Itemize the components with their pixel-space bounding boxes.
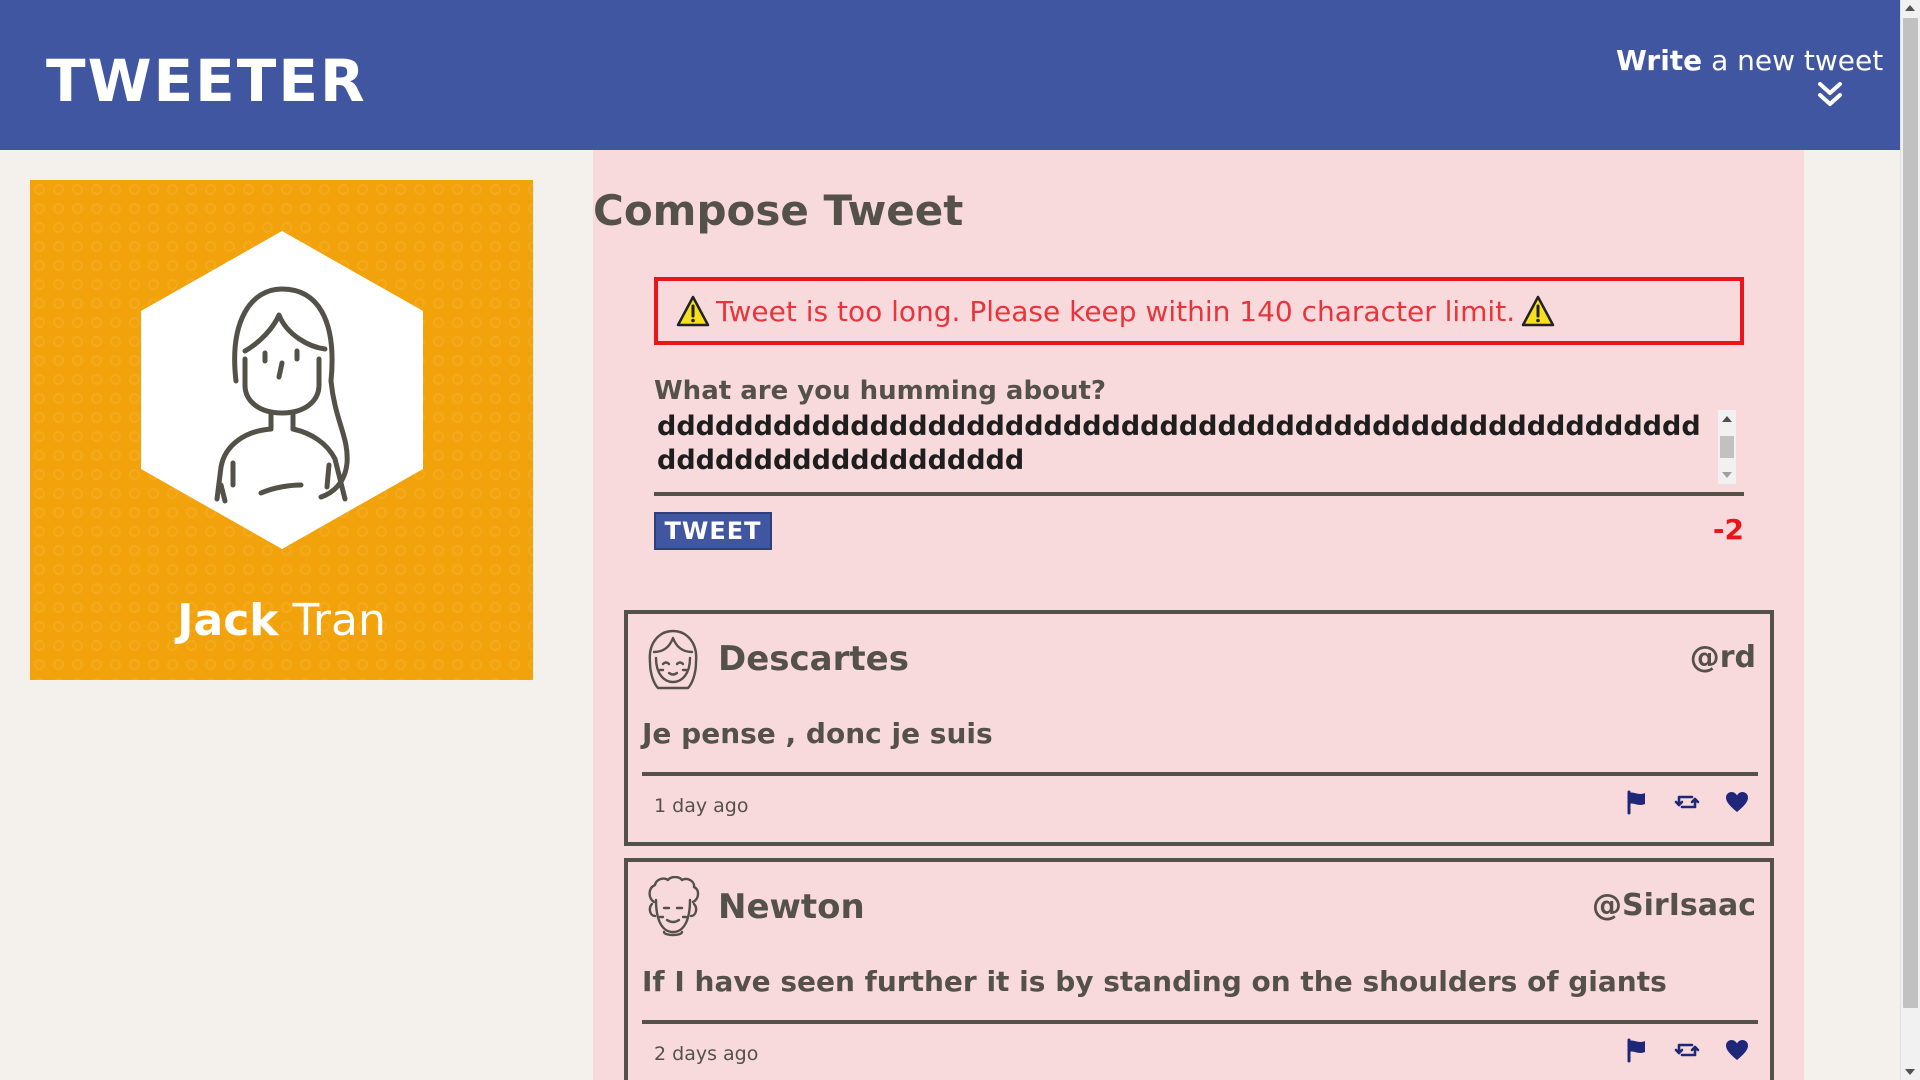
tweet-timestamp: 1 day ago	[654, 795, 749, 817]
retweet-icon[interactable]	[1674, 789, 1700, 815]
tweet-card: Newton @SirIsaac If I have seen further …	[624, 858, 1774, 1080]
tweet-textarea[interactable]: dddddddddddddddddddddddddddddddddddddddd…	[654, 410, 1744, 496]
flag-icon[interactable]	[1624, 1037, 1650, 1063]
textarea-scrollbar[interactable]	[1718, 410, 1736, 484]
warning-icon	[676, 295, 710, 327]
profile-last-name: Tran	[278, 595, 386, 646]
tweet-actions	[1624, 1037, 1750, 1063]
page: TWEETER Write a new tweet Jack Tran Comp…	[0, 0, 1920, 1080]
tweet-divider	[642, 772, 1758, 776]
tweet-handle[interactable]: @rd	[1690, 638, 1756, 678]
warning-icon	[1521, 295, 1555, 327]
tweet-content: Je pense , donc je suis	[642, 717, 993, 750]
scroll-up-arrow[interactable]	[1905, 5, 1915, 11]
retweet-icon[interactable]	[1674, 1037, 1700, 1063]
textarea-scroll-thumb[interactable]	[1720, 436, 1734, 458]
profile-name: Jack Tran	[30, 593, 533, 649]
top-nav: TWEETER Write a new tweet	[0, 0, 1900, 150]
tweet-author: Newton	[718, 887, 865, 927]
tweet-input-label: What are you humming about?	[654, 376, 1106, 406]
tweet-submit-button[interactable]: TWEET	[654, 512, 772, 550]
compose-title: Compose Tweet	[593, 186, 964, 235]
char-counter: -2	[1712, 513, 1744, 546]
user-avatar-icon	[141, 231, 423, 549]
textarea-scroll-down[interactable]	[1722, 472, 1732, 478]
tweet-timestamp: 2 days ago	[654, 1043, 759, 1065]
page-scrollbar[interactable]	[1900, 0, 1920, 1080]
heart-icon[interactable]	[1724, 1037, 1750, 1063]
newton-avatar-icon	[648, 876, 700, 937]
scroll-down-arrow[interactable]	[1905, 1069, 1915, 1075]
flag-icon[interactable]	[1624, 789, 1650, 815]
heart-icon[interactable]	[1724, 789, 1750, 815]
write-new-tweet-label[interactable]: Write a new tweet	[1616, 44, 1883, 78]
error-message-text: Tweet is too long. Please keep within 14…	[716, 294, 1516, 328]
main-content: Compose Tweet Tweet is too long. Please …	[593, 150, 1804, 1080]
write-label-rest: a new tweet	[1702, 44, 1884, 77]
tweet-author: Descartes	[718, 639, 909, 679]
write-label-bold: Write	[1616, 44, 1703, 77]
textarea-scroll-up[interactable]	[1722, 416, 1732, 422]
write-new-tweet-toggle[interactable]: Write a new tweet	[1616, 44, 1883, 110]
tweet-actions	[1624, 789, 1750, 815]
tweet-card: Descartes @rd Je pense , donc je suis 1 …	[624, 610, 1774, 846]
descartes-avatar-icon	[648, 629, 698, 690]
tweet-divider	[642, 1020, 1758, 1024]
chevron-double-down-icon[interactable]	[1815, 80, 1845, 110]
tweet-handle[interactable]: @SirIsaac	[1592, 886, 1756, 926]
brand-logo[interactable]: TWEETER	[46, 46, 367, 116]
error-message-box: Tweet is too long. Please keep within 14…	[654, 277, 1744, 345]
scrollbar-thumb[interactable]	[1903, 18, 1918, 1008]
tweet-content: If I have seen further it is by standing…	[642, 965, 1667, 998]
profile-first-name: Jack	[177, 595, 279, 646]
tweet-textarea-value[interactable]: dddddddddddddddddddddddddddddddddddddddd…	[657, 410, 1717, 478]
profile-card: Jack Tran	[30, 180, 533, 680]
